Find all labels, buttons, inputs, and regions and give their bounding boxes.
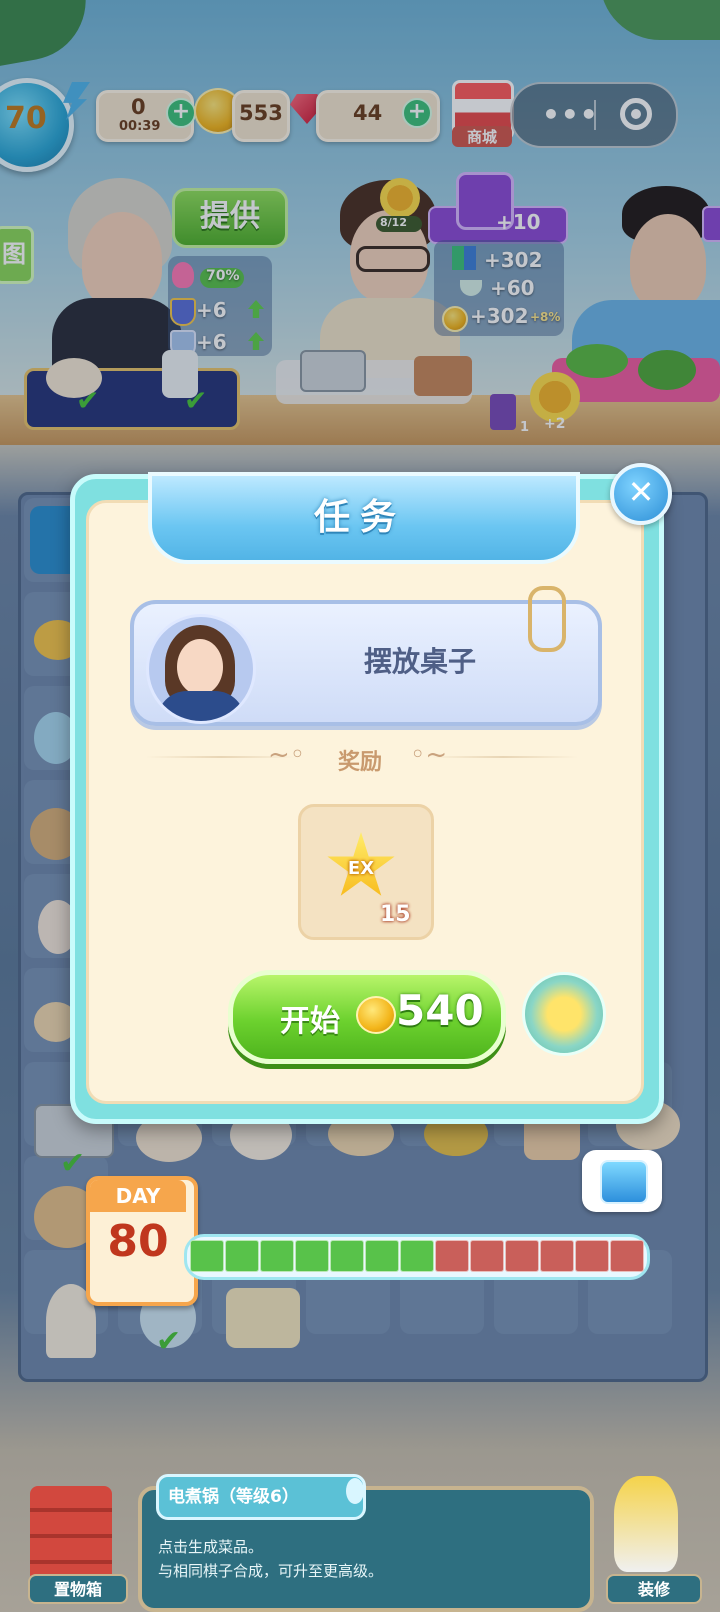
progress-segment-done <box>225 1240 259 1272</box>
task-modal-title: 任务 <box>313 497 406 538</box>
progress-segment-done <box>190 1240 224 1272</box>
progress-segment-todo <box>540 1240 574 1272</box>
close-button[interactable]: ✕ <box>610 463 672 525</box>
progress-segment-done <box>365 1240 399 1272</box>
task-giver-avatar <box>146 614 256 724</box>
item-info-line-1: 点击生成菜品。 <box>158 1538 264 1556</box>
paperclip-icon <box>528 586 566 652</box>
avatar-face <box>177 639 223 695</box>
storage-label[interactable]: 置物箱 <box>28 1574 128 1604</box>
progress-segment-todo <box>610 1240 644 1272</box>
coin-icon <box>356 996 396 1034</box>
day-number: 80 <box>107 1216 169 1267</box>
progress-segment-todo <box>470 1240 504 1272</box>
start-button-label: 开始 <box>280 1004 340 1039</box>
progress-segment-done <box>260 1240 294 1272</box>
storage-box-icon[interactable] <box>30 1486 112 1582</box>
reward-label: 奖励 <box>337 750 382 775</box>
progress-segment-todo <box>435 1240 469 1272</box>
reward-quantity: 15 <box>380 902 411 927</box>
swirl-ornament-right-icon: ◦~ <box>410 740 448 770</box>
avatar-apron <box>157 691 245 721</box>
progress-segment-todo <box>575 1240 609 1272</box>
progress-segment-done <box>295 1240 329 1272</box>
ex-label: EX <box>347 858 375 879</box>
treasure-chest-icon <box>600 1160 648 1204</box>
progress-segment-todo <box>505 1240 539 1272</box>
item-info-title: 电煮锅（等级6） <box>168 1487 299 1507</box>
decorate-label[interactable]: 装修 <box>606 1574 702 1604</box>
decorate-chick-icon[interactable] <box>614 1476 678 1572</box>
start-cost: 540 <box>396 986 484 1035</box>
swirl-ornament-left-icon: ~◦ <box>268 740 306 770</box>
item-info-line-2: 与相同棋子合成，可升至更高级。 <box>158 1562 384 1580</box>
reward-divider-right <box>428 756 578 758</box>
progress-segment-done <box>330 1240 364 1272</box>
day-label: DAY <box>90 1180 186 1212</box>
electric-pot-icon <box>522 972 606 1056</box>
progress-segment-done <box>400 1240 434 1272</box>
info-drop-icon <box>346 1478 364 1504</box>
